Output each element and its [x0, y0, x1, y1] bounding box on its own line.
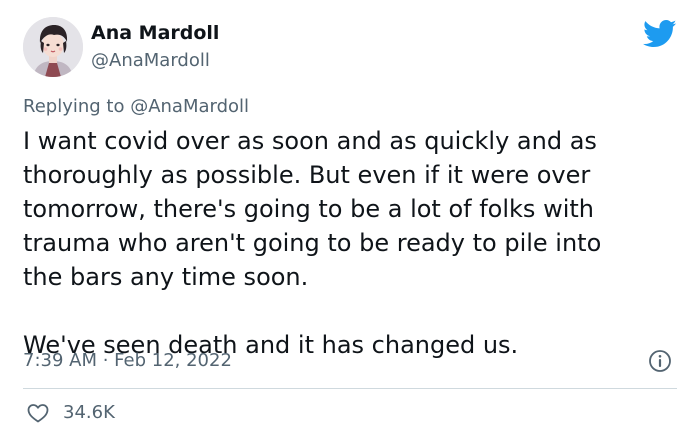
avatar[interactable] [23, 17, 83, 77]
tweet-card: Ana Mardoll @AnaMardoll Replying to @Ana… [0, 0, 700, 441]
author-handle[interactable]: @AnaMardoll [91, 50, 210, 71]
divider [23, 388, 677, 389]
reply-handle[interactable]: @AnaMardoll [130, 96, 249, 117]
tweet-text: I want covid over as soon and as quickly… [23, 127, 602, 359]
reply-prefix: Replying to [23, 96, 131, 117]
heart-icon[interactable] [26, 401, 50, 425]
info-icon[interactable] [648, 349, 672, 373]
like-count[interactable]: 34.6K [63, 402, 115, 423]
twitter-bird-icon[interactable] [643, 19, 677, 49]
tweet-timestamp[interactable]: 7:39 AM · Feb 12, 2022 [23, 350, 232, 371]
author-display-name[interactable]: Ana Mardoll [91, 22, 219, 44]
avatar-illustration [23, 17, 83, 77]
reply-context: Replying to @AnaMardoll [23, 96, 249, 117]
